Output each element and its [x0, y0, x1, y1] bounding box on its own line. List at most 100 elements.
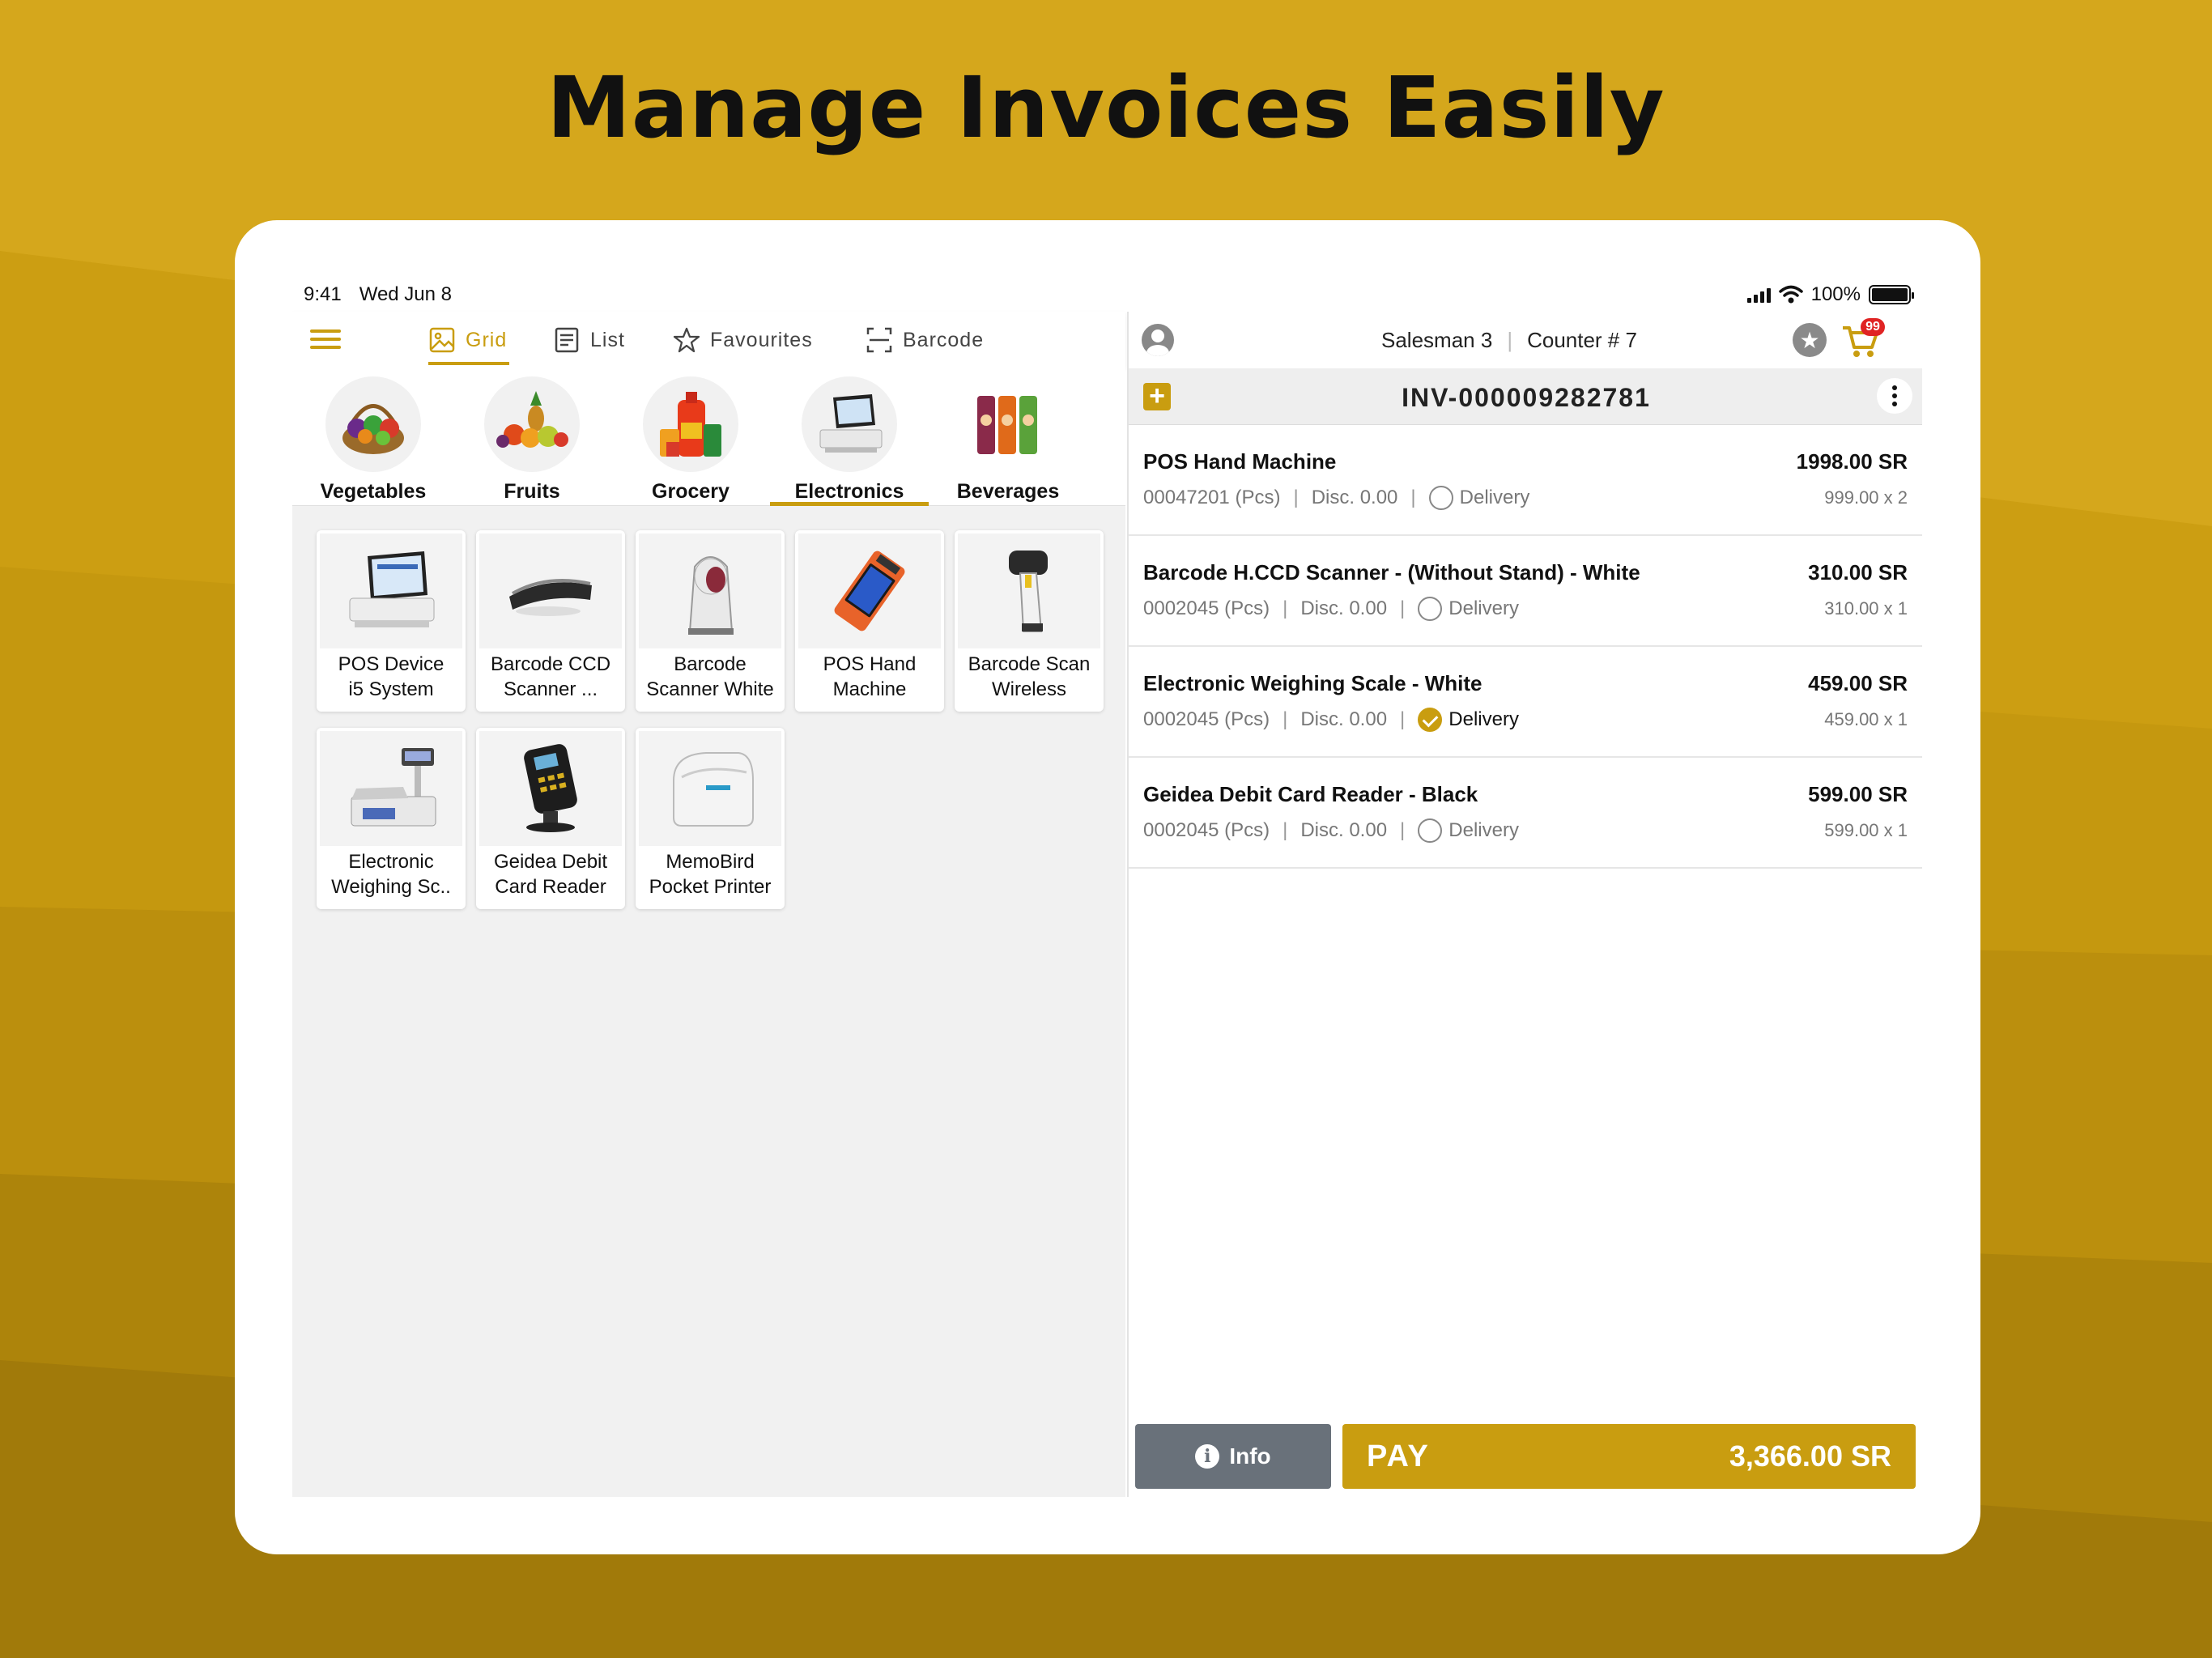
separator: | — [1400, 819, 1406, 841]
invoice-item[interactable]: POS Hand Machine 1998.00 SR 00047201 (Pc… — [1129, 425, 1922, 536]
item-qty: 310.00 x 1 — [1824, 598, 1908, 619]
counter-name[interactable]: Counter # 7 — [1527, 328, 1637, 353]
product-tile[interactable]: Barcode CCD Scanner ... — [476, 530, 625, 712]
delivery-label: Delivery — [1459, 487, 1530, 508]
product-name-line1: Barcode Scan — [968, 653, 1091, 675]
delivery-toggle[interactable]: Delivery — [1428, 486, 1530, 510]
category-label: Vegetables — [320, 480, 427, 503]
product-tile[interactable]: POS Hand Machine — [795, 530, 944, 712]
separator: | — [1293, 487, 1299, 508]
cart-icon[interactable]: 99 — [1841, 318, 1885, 359]
invoice-bar: + INV-000009282781 — [1129, 368, 1922, 425]
grocery-bottles-icon — [643, 376, 738, 472]
category-grocery[interactable]: Grocery — [611, 368, 770, 506]
weighing-scale-icon — [320, 731, 462, 846]
product-tile[interactable]: Barcode Scan Wireless — [955, 530, 1104, 712]
delivery-toggle[interactable]: Delivery — [1418, 597, 1519, 621]
item-discount[interactable]: Disc. 0.00 — [1300, 708, 1387, 731]
invoice-header: Salesman 3 | Counter # 7 ★ 99 — [1129, 312, 1922, 368]
delivery-toggle[interactable]: Delivery — [1418, 708, 1519, 732]
product-name-line2: Card Reader — [495, 876, 606, 898]
category-label: Electronics — [794, 480, 904, 503]
beverage-cans-icon — [960, 376, 1056, 472]
category-fruits[interactable]: Fruits — [453, 368, 611, 506]
wireless-scanner-icon — [958, 534, 1100, 648]
delivery-toggle[interactable]: Delivery — [1418, 818, 1519, 843]
product-name-line2: Scanner White — [646, 678, 774, 700]
fruits-icon — [484, 376, 580, 472]
category-vegetables[interactable]: Vegetables — [294, 368, 453, 506]
info-icon: i — [1195, 1444, 1220, 1469]
more-options-icon[interactable] — [1877, 378, 1912, 414]
status-date: Wed Jun 8 — [359, 283, 453, 305]
delivery-radio[interactable] — [1418, 818, 1443, 843]
product-name-line1: POS Device — [338, 653, 445, 675]
tab-list[interactable]: List — [553, 312, 625, 368]
product-name-line2: Wireless — [991, 678, 1066, 700]
category-electronics[interactable]: Electronics — [770, 368, 929, 506]
delivery-check-icon[interactable] — [1418, 708, 1443, 732]
invoice-item[interactable]: Geidea Debit Card Reader - Black 599.00 … — [1129, 758, 1922, 869]
separator: | — [1410, 487, 1416, 508]
item-total: 310.00 SR — [1808, 560, 1908, 585]
product-name-line2: Scanner ... — [503, 678, 598, 700]
product-tile[interactable]: MemoBird Pocket Printer — [636, 728, 785, 909]
tab-barcode[interactable]: Barcode — [866, 312, 984, 368]
product-tile[interactable]: Barcode Scanner White — [636, 530, 785, 712]
product-tile[interactable]: POS Device i5 System — [317, 530, 466, 712]
signal-icon — [1746, 287, 1771, 303]
item-name: POS Hand Machine — [1143, 449, 1337, 474]
pos-terminal-icon — [802, 376, 897, 472]
item-qty: 459.00 x 1 — [1824, 709, 1908, 729]
invoice-item[interactable]: Barcode H.CCD Scanner - (Without Stand) … — [1129, 536, 1922, 647]
pocket-printer-icon — [639, 731, 781, 846]
pay-label: PAY — [1367, 1439, 1430, 1473]
item-discount[interactable]: Disc. 0.00 — [1300, 597, 1387, 620]
category-beverages[interactable]: Beverages — [929, 368, 1087, 506]
product-name-line2: Weighing Sc.. — [331, 876, 451, 898]
category-label: Grocery — [652, 480, 730, 503]
salesman-name[interactable]: Salesman 3 — [1381, 328, 1492, 353]
product-name-line1: Barcode — [674, 653, 747, 675]
invoice-item[interactable]: Electronic Weighing Scale - White 459.00… — [1129, 647, 1922, 758]
user-avatar-icon[interactable] — [1142, 324, 1174, 356]
pay-button[interactable]: PAY 3,366.00 SR — [1342, 1424, 1916, 1489]
pos-device-icon — [320, 534, 462, 648]
tab-label: List — [590, 328, 625, 351]
delivery-radio[interactable] — [1428, 486, 1453, 510]
item-total: 459.00 SR — [1808, 671, 1908, 695]
product-tile[interactable]: Geidea Debit Card Reader — [476, 728, 625, 909]
invoice-pane: Salesman 3 | Counter # 7 ★ 99 + INV-0000… — [1127, 312, 1922, 1497]
item-discount[interactable]: Disc. 0.00 — [1312, 487, 1398, 509]
image-icon — [429, 327, 455, 353]
item-code: 00047201 (Pcs) — [1143, 487, 1281, 508]
pos-hand-machine-icon — [798, 534, 941, 648]
product-tile[interactable]: Electronic Weighing Sc.. — [317, 728, 466, 909]
catalog-pane: Grid List Favourites Barcode Vegetables — [292, 312, 1125, 1497]
wifi-icon — [1778, 285, 1803, 304]
category-label: Beverages — [956, 480, 1060, 503]
invoice-items: POS Hand Machine 1998.00 SR 00047201 (Pc… — [1129, 425, 1922, 869]
tab-favourites[interactable]: Favourites — [673, 312, 813, 368]
battery-percent: 100% — [1810, 283, 1861, 305]
info-button[interactable]: i Info — [1135, 1424, 1331, 1489]
pay-total: 3,366.00 SR — [1729, 1439, 1891, 1473]
list-icon — [555, 327, 579, 353]
separator: | — [1283, 819, 1288, 841]
tab-grid[interactable]: Grid — [428, 312, 509, 368]
menu-icon[interactable] — [310, 329, 341, 349]
battery-icon — [1869, 285, 1914, 304]
delivery-radio[interactable] — [1418, 597, 1443, 621]
info-label: Info — [1229, 1443, 1271, 1469]
product-name-line1: POS Hand — [823, 653, 917, 675]
item-name: Geidea Debit Card Reader - Black — [1143, 782, 1478, 806]
product-name-line1: Electronic — [348, 851, 434, 873]
tab-label: Grid — [466, 328, 508, 351]
status-time: 9:41 — [304, 283, 342, 305]
item-code: 0002045 (Pcs) — [1143, 597, 1270, 619]
item-code: 0002045 (Pcs) — [1143, 819, 1270, 841]
favourite-star-icon[interactable]: ★ — [1793, 323, 1827, 357]
item-qty: 999.00 x 2 — [1824, 487, 1908, 508]
category-label: Fruits — [504, 480, 560, 503]
item-discount[interactable]: Disc. 0.00 — [1300, 819, 1387, 842]
